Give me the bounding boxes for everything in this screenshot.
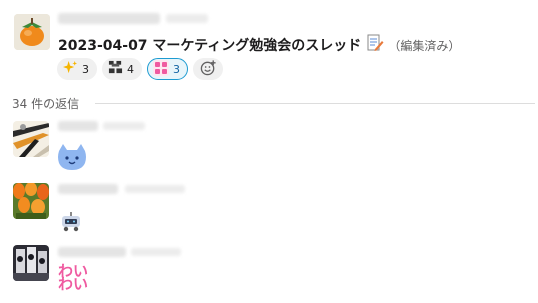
reply-author-redacted: [58, 121, 98, 131]
reaction-bar: 3 4 3: [57, 58, 223, 80]
reply-count-label: 34 件の返信: [12, 97, 80, 111]
robot-stamp-icon: [59, 212, 83, 236]
arigatai-stamp-icon: [108, 60, 123, 78]
sparkles-icon: [63, 60, 78, 78]
memo-icon: [366, 34, 384, 56]
edited-label: （編集済み）: [388, 38, 461, 53]
reaction-arigatai[interactable]: 4: [102, 58, 142, 80]
waiwai-stamp-icon: [153, 59, 169, 79]
reply-time-redacted: [131, 248, 181, 256]
reply-time-redacted: [125, 185, 185, 193]
reaction-count: 3: [82, 62, 89, 76]
blue-cat-stamp-icon: [56, 143, 88, 175]
reply-author-redacted: [58, 247, 126, 257]
reaction-sparkles[interactable]: 3: [57, 58, 97, 80]
reaction-count: 4: [127, 62, 134, 76]
reaction-count: 3: [173, 62, 180, 76]
thread-divider: [95, 103, 535, 104]
reply-time-redacted: [103, 122, 145, 130]
reply-author-redacted: [58, 184, 118, 194]
reaction-waiwai[interactable]: 3: [147, 58, 188, 80]
add-reaction-button[interactable]: [193, 58, 223, 80]
photo-avatar[interactable]: [13, 245, 49, 281]
tulip-avatar[interactable]: [13, 183, 49, 219]
abstract-art-avatar[interactable]: [13, 121, 49, 157]
persimmon-avatar[interactable]: [14, 14, 50, 50]
add-reaction-icon: [200, 59, 217, 80]
waiwai-stamp-text: わい わい: [58, 262, 89, 293]
timestamp-redacted: [166, 14, 208, 23]
message-title: 2023-04-07 マーケティング勉強会のスレッド: [58, 38, 362, 54]
author-name-redacted: [58, 13, 160, 24]
message-title-row: 2023-04-07 マーケティング勉強会のスレッド （編集済み）: [58, 34, 460, 56]
